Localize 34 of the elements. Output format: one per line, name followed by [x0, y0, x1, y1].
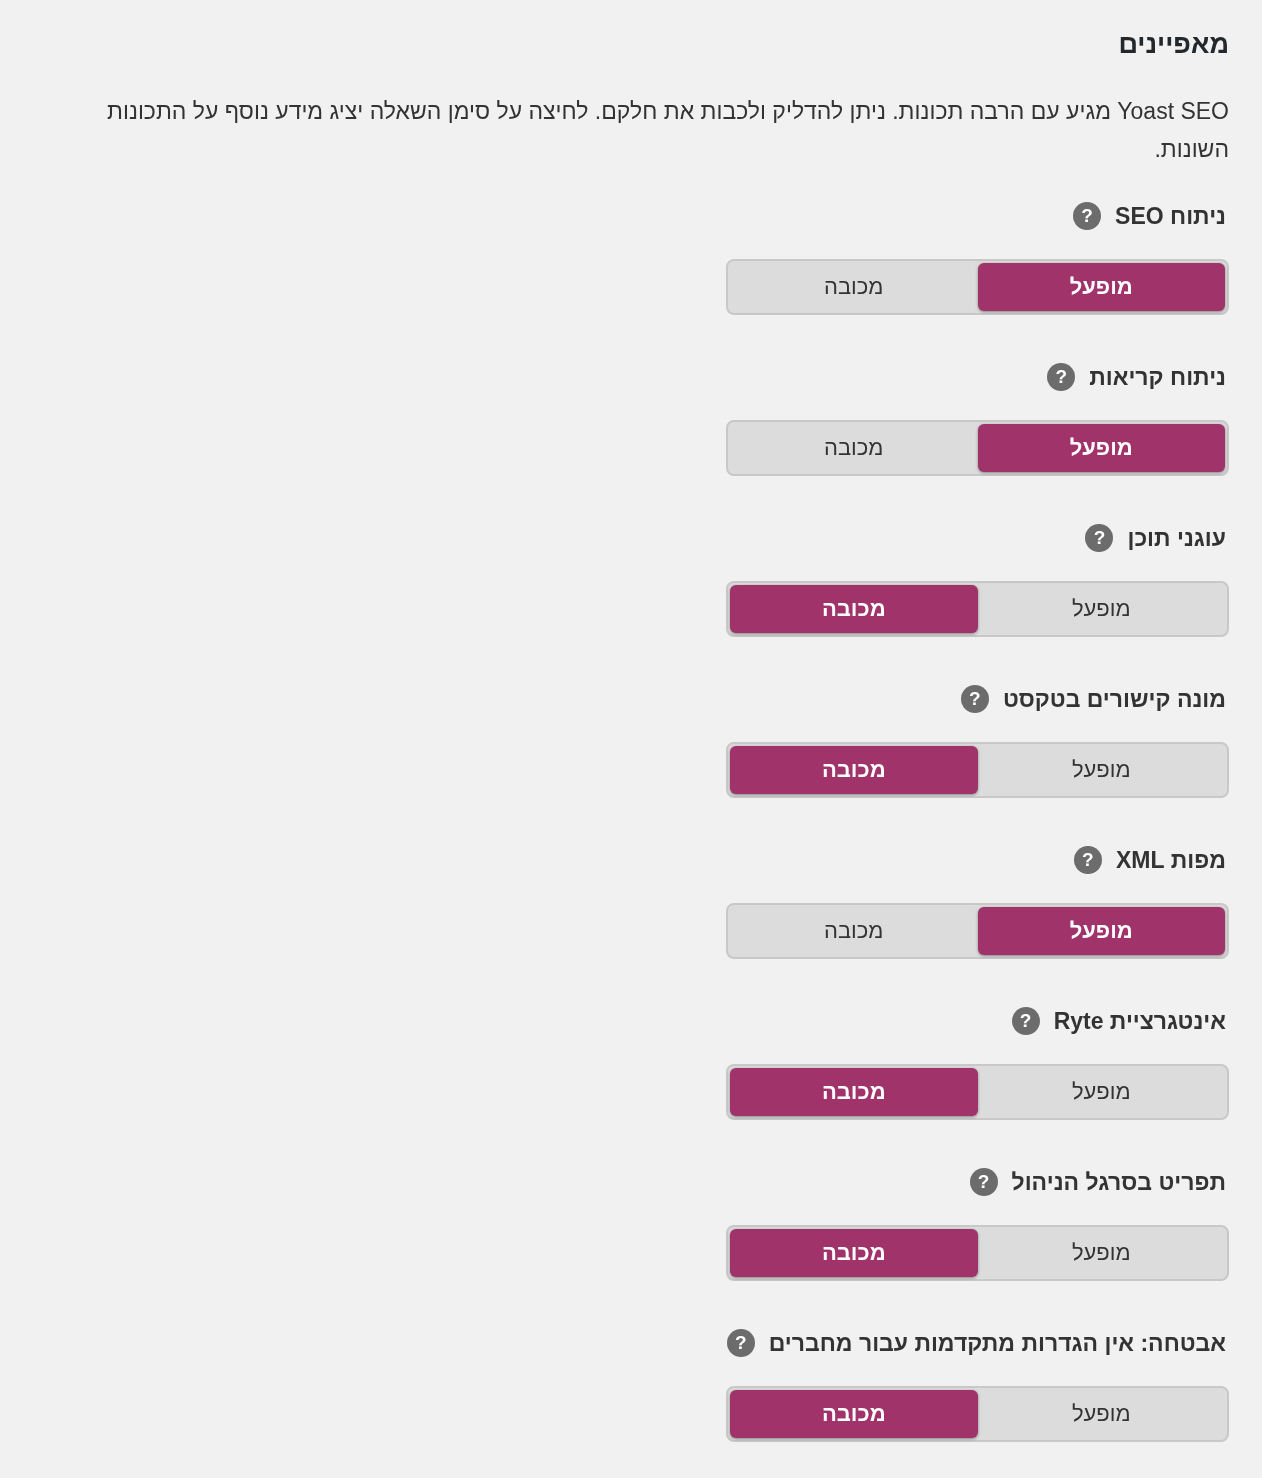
help-icon[interactable]: ?	[960, 685, 989, 713]
toggle-option[interactable]: מכובה	[730, 746, 978, 794]
toggle-option[interactable]: מופעל	[977, 585, 1225, 633]
help-icon[interactable]: ?	[1047, 363, 1076, 391]
help-icon[interactable]: ?	[1085, 524, 1114, 552]
feature-label: תפריט בסרגל הניהול	[1011, 1168, 1226, 1196]
feature-label: ניתוח SEO	[1115, 202, 1226, 230]
help-icon[interactable]: ?	[726, 1329, 755, 1357]
toggle-option[interactable]: מכובה	[730, 1229, 978, 1277]
toggle-option[interactable]: מופעל	[977, 1229, 1225, 1277]
toggle-option[interactable]: מכובה	[730, 263, 978, 311]
toggle-option[interactable]: מופעל	[977, 746, 1225, 794]
help-icon[interactable]: ?	[1011, 1007, 1040, 1035]
feature-label: אבטחה: אין הגדרות מתקדמות עבור מחברים	[768, 1329, 1226, 1357]
toggle-option[interactable]: מכובה	[730, 585, 978, 633]
toggle-option[interactable]: מכובה	[730, 1068, 978, 1116]
feature-label: מונה קישורים בטקסט	[1002, 685, 1226, 713]
feature-label: ניתוח קריאות	[1089, 363, 1226, 391]
toggle-option[interactable]: מכובה	[730, 424, 978, 472]
toggle-option[interactable]: מופעל	[977, 424, 1225, 472]
toggle-option[interactable]: מופעל	[977, 1390, 1225, 1438]
toggle-option[interactable]: מופעל	[977, 263, 1225, 311]
toggle-option[interactable]: מופעל	[977, 907, 1225, 955]
help-icon[interactable]: ?	[1073, 846, 1102, 874]
toggle-option[interactable]: מכובה	[730, 1390, 978, 1438]
description: Yoast SEO מגיע עם הרבה תכונות. ניתן להדליק ולכבות את חלקם. לחיצה על סימן השאלה יציג מידע נוסף על התכונות השונות.	[106, 97, 1229, 164]
feature-label: עוגני תוכן	[1127, 524, 1226, 552]
toggle-option[interactable]: מכובה	[730, 907, 978, 955]
feature-label: אינטגרציית Ryte	[1053, 1007, 1226, 1035]
help-icon[interactable]: ?	[969, 1168, 998, 1196]
feature-label: מפות XML	[1115, 846, 1226, 874]
toggle-option[interactable]: מופעל	[977, 1068, 1225, 1116]
help-icon[interactable]: ?	[1073, 202, 1102, 230]
section-title: מאפיינים	[1117, 28, 1229, 61]
